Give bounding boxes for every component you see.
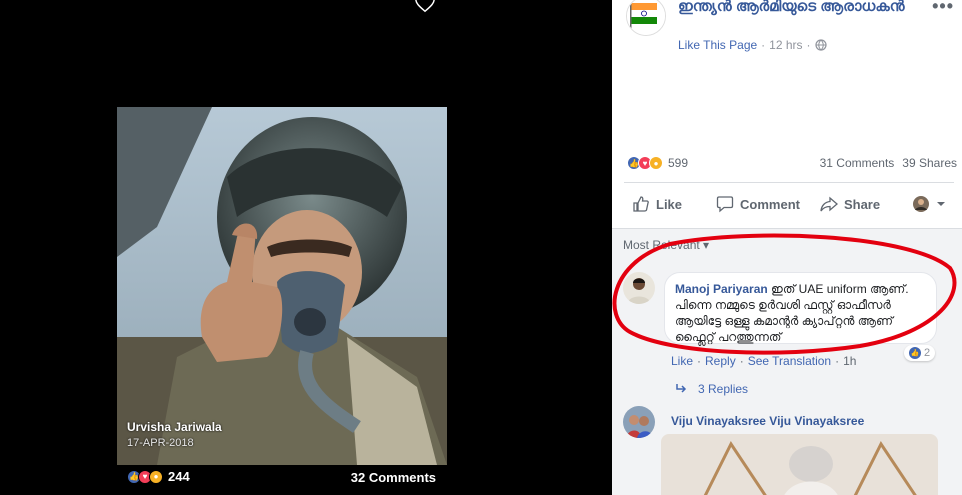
see-translation-link[interactable]: See Translation	[748, 354, 831, 368]
meta-separator: ·	[806, 38, 811, 52]
comment-button[interactable]: Comment	[708, 195, 808, 213]
share-icon	[820, 196, 838, 212]
more-options-icon[interactable]: •••	[932, 0, 954, 17]
comment-reply-link[interactable]: Reply	[705, 354, 736, 368]
comment-attached-image[interactable]	[661, 434, 938, 495]
replies-label: 3 Replies	[698, 382, 749, 396]
post-meta: Like This Page · 12 hrs ·	[678, 38, 827, 52]
comment-icon	[716, 196, 734, 213]
comment-like-link[interactable]: Like	[671, 354, 693, 368]
wow-reaction-icon: ●	[149, 469, 163, 484]
comment-like-count[interactable]: 👍 2	[904, 345, 936, 361]
pilot-photo-illustration	[117, 107, 447, 465]
like-page-link[interactable]: Like This Page	[678, 38, 757, 52]
divider	[624, 182, 954, 183]
page-identity-avatar-icon	[913, 196, 929, 212]
comment-sort-dropdown[interactable]: Most Relevant ▾	[623, 238, 709, 252]
photo-caption-name: Urvisha Jariwala	[127, 420, 222, 434]
viewer-comments-count[interactable]: 32 Comments	[351, 470, 436, 485]
page-name[interactable]: ഇന്ത്യൻ ആർമിയുടെ ആരാധകൻ	[678, 0, 908, 15]
post-actions: Like Comment Share	[624, 188, 954, 220]
post-time[interactable]: 12 hrs	[769, 38, 802, 52]
commenter-avatar[interactable]	[623, 272, 655, 304]
thumbs-up-icon	[633, 196, 649, 212]
page-avatar[interactable]	[626, 0, 666, 36]
heart-outline-icon[interactable]	[414, 0, 436, 14]
user-avatar-icon	[623, 406, 655, 438]
viewer-reaction-count: 244	[168, 469, 190, 484]
like-reaction-icon: 👍	[909, 347, 921, 359]
comment-author-link[interactable]: Viju Vinayaksree Viju Vinayaksree	[671, 414, 864, 428]
view-replies-link[interactable]: 3 Replies	[676, 382, 748, 396]
reaction-count[interactable]: 599	[668, 156, 688, 170]
chevron-down-icon	[937, 202, 945, 206]
meta-separator: ·	[835, 354, 840, 368]
meta-separator: ·	[697, 354, 702, 368]
reply-arrow-icon	[676, 384, 687, 393]
globe-icon	[814, 39, 827, 51]
photo-viewer: Urvisha Jariwala 17-APR-2018 👍 ♥ ● 244 3…	[0, 0, 612, 495]
attached-photo-illustration	[661, 434, 938, 495]
user-avatar-icon	[623, 272, 655, 304]
comment-author-link[interactable]: Manoj Pariyaran	[675, 282, 768, 296]
share-button[interactable]: Share	[812, 195, 888, 213]
share-label: Share	[843, 196, 881, 212]
post-panel: ഇന്ത്യൻ ആർമിയുടെ ആരാധകൻ Like This Page ·…	[612, 0, 962, 495]
comment-actions: Like · Reply · See Translation · 1h	[671, 354, 856, 368]
like-label: Like	[656, 196, 683, 212]
comment-bubble: Manoj Pariyaran ഇത് UAE uniform ആണ്. പിന…	[664, 272, 937, 344]
comments-count-link[interactable]: 31 Comments	[820, 156, 895, 170]
comment-time[interactable]: 1h	[843, 354, 856, 368]
comment-like-number: 2	[924, 347, 931, 359]
viewer-reactions[interactable]: 👍 ♥ ● 244	[127, 469, 190, 484]
meta-separator: ·	[761, 38, 766, 52]
post-stats: 👍 ♥ ● 599 31 Comments 39 Shares	[627, 154, 957, 172]
indian-flag-icon	[627, 0, 665, 35]
commenter-avatar[interactable]	[623, 406, 655, 438]
meta-separator: ·	[739, 354, 744, 368]
comment-label: Comment	[740, 196, 800, 212]
post-photo[interactable]: Urvisha Jariwala 17-APR-2018	[117, 107, 447, 465]
like-button[interactable]: Like	[624, 195, 690, 213]
reaction-identity-selector[interactable]	[904, 195, 954, 213]
shares-count-link[interactable]: 39 Shares	[902, 156, 957, 170]
photo-caption-date: 17-APR-2018	[127, 437, 194, 449]
wow-reaction-icon: ●	[649, 156, 663, 170]
